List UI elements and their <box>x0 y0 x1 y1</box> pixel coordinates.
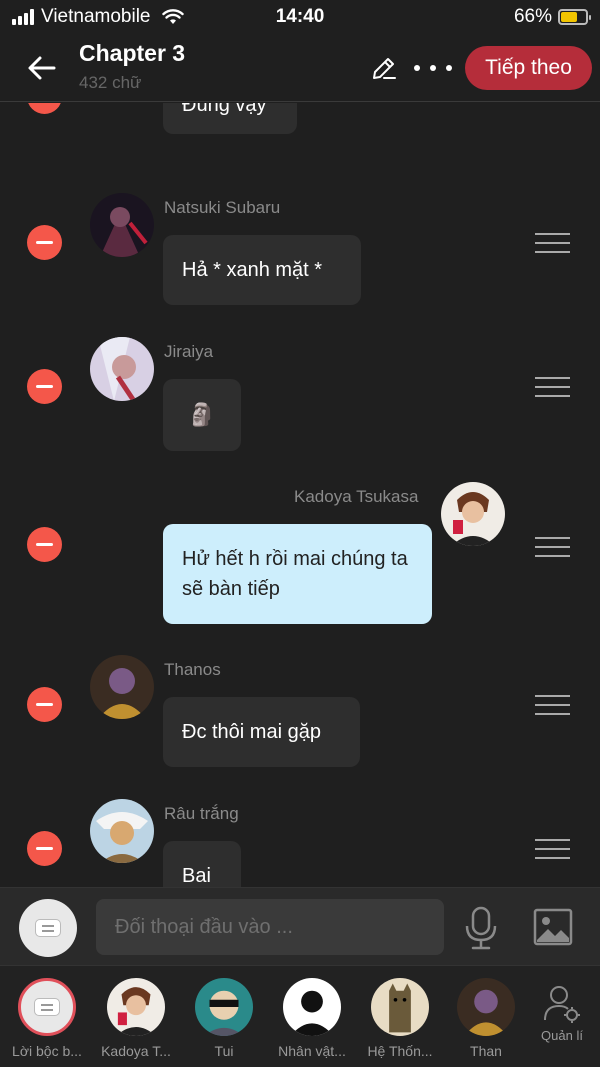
narration-toggle-button[interactable] <box>19 899 77 957</box>
message-bubble[interactable]: 🗿 <box>163 379 241 451</box>
message-row: Jiraiya 🗿 <box>0 337 600 457</box>
avatar <box>90 655 154 719</box>
image-icon[interactable] <box>533 908 573 946</box>
character-label: Nhân vật... <box>278 1043 346 1059</box>
manage-characters-button[interactable]: Quản lí <box>532 984 592 1043</box>
character-label: Kadoya T... <box>101 1043 171 1059</box>
avatar <box>371 978 429 1036</box>
drag-handle-icon[interactable] <box>535 695 570 715</box>
status-right: 66% <box>513 6 591 28</box>
battery-percent: 66% <box>513 6 552 27</box>
message-row: Natsuki Subaru Hả * xanh mặt * <box>0 193 600 313</box>
microphone-icon[interactable] <box>462 906 500 950</box>
character-bar: Lời bộc b... Kadoya T... Tui Nhân vật...… <box>0 965 600 1067</box>
next-button[interactable]: Tiếp theo <box>465 46 592 90</box>
message-bubble[interactable]: Hử hết h rồi mai chúng ta sẽ bàn tiếp <box>163 524 432 624</box>
status-bar: Vietnamobile 14:40 66% <box>0 0 600 34</box>
character-label: Hệ Thốn... <box>367 1043 433 1059</box>
character-label: Lời bộc b... <box>12 1043 82 1059</box>
character-label: Than <box>470 1043 502 1059</box>
back-arrow-icon[interactable] <box>24 50 60 86</box>
more-options-icon[interactable] <box>414 54 452 82</box>
app-header: Chapter 3 432 chữ Tiếp theo <box>0 34 600 102</box>
character-item[interactable]: Hệ Thốn... <box>360 978 440 1059</box>
delete-message-button[interactable] <box>27 369 62 404</box>
avatar <box>107 978 165 1036</box>
avatar <box>90 193 154 257</box>
message-bubble[interactable]: Bai <box>163 841 241 887</box>
delete-message-button[interactable] <box>27 103 62 114</box>
speech-bubble-icon <box>34 998 60 1016</box>
message-row: Râu trắng Bai <box>0 799 600 887</box>
message-bubble[interactable]: Hả * xanh mặt * <box>163 235 361 305</box>
word-count: 432 chữ <box>79 73 142 92</box>
message-row: Đúng vậy <box>0 103 600 173</box>
character-item[interactable]: Tui <box>184 978 264 1059</box>
battery-icon <box>558 9 591 25</box>
dialogue-input[interactable] <box>96 899 444 955</box>
sender-name: Thanos <box>164 660 221 679</box>
delete-message-button[interactable] <box>27 527 62 562</box>
message-row: Thanos Đc thôi mai gặp <box>0 655 600 775</box>
avatar <box>441 482 505 546</box>
avatar <box>283 978 341 1036</box>
character-label: Tui <box>214 1043 234 1059</box>
avatar <box>90 337 154 401</box>
sender-name: Jiraiya <box>164 342 214 361</box>
avatar <box>195 978 253 1036</box>
sender-name: Râu trắng <box>164 804 239 823</box>
avatar <box>457 978 515 1036</box>
character-item[interactable]: Kadoya T... <box>96 978 176 1059</box>
drag-handle-icon[interactable] <box>535 839 570 859</box>
drag-handle-icon[interactable] <box>535 377 570 397</box>
avatar <box>90 799 154 863</box>
user-settings-icon <box>544 986 580 1023</box>
character-item[interactable]: Nhân vật... <box>272 978 352 1059</box>
manage-label: Quản lí <box>541 1028 583 1043</box>
sender-name: Kadoya Tsukasa <box>294 487 419 506</box>
delete-message-button[interactable] <box>27 687 62 722</box>
delete-message-button[interactable] <box>27 831 62 866</box>
drag-handle-icon[interactable] <box>535 537 570 557</box>
delete-message-button[interactable] <box>27 225 62 260</box>
narrator-avatar <box>18 978 76 1036</box>
pencil-icon[interactable] <box>370 54 398 82</box>
message-row: Kadoya Tsukasa Hử hết h rồi mai chúng ta… <box>0 482 600 632</box>
chapter-title: Chapter 3 <box>79 40 186 66</box>
clock: 14:40 <box>275 6 325 27</box>
speech-bubble-icon <box>35 919 61 937</box>
message-bubble[interactable]: Đúng vậy <box>163 103 297 134</box>
character-item[interactable]: Than <box>446 978 526 1059</box>
message-list[interactable]: Đúng vậy Natsuki Subaru Hả * xanh mặt * … <box>0 103 600 887</box>
drag-handle-icon[interactable] <box>535 233 570 253</box>
composer-bar <box>0 887 600 965</box>
sender-name: Natsuki Subaru <box>164 198 281 217</box>
message-bubble[interactable]: Đc thôi mai gặp <box>163 697 360 767</box>
character-narrator[interactable]: Lời bộc b... <box>7 978 87 1059</box>
